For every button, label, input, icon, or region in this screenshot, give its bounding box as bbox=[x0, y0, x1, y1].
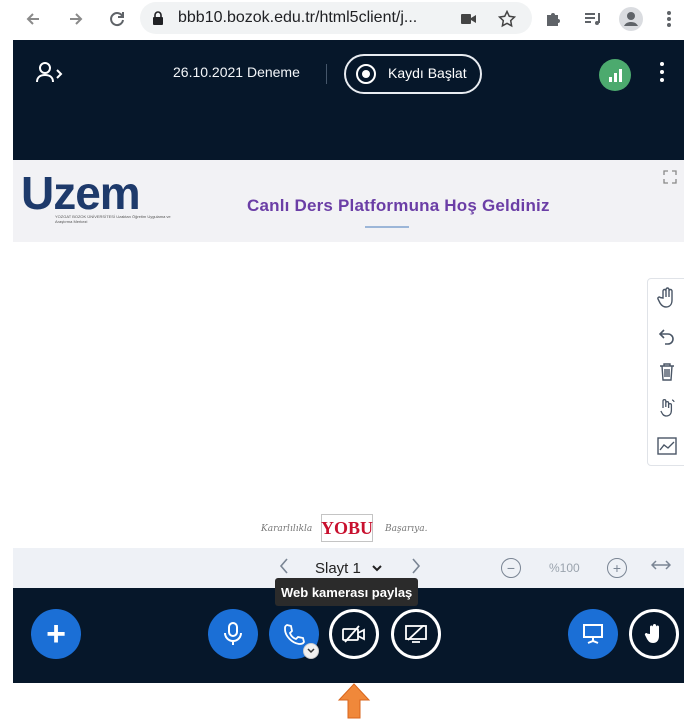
yobu-footer-logo: Kararlılıkla YOBU Başarıya. bbox=[261, 514, 451, 544]
webcam-tooltip: Web kamerası paylaş bbox=[275, 578, 419, 606]
slide-select[interactable]: Slayt 1 bbox=[315, 560, 383, 577]
chart-icon[interactable] bbox=[648, 429, 684, 463]
puzzle-icon[interactable] bbox=[540, 6, 566, 32]
fullscreen-icon[interactable] bbox=[663, 170, 677, 184]
meeting-title: 26.10.2021 Deneme bbox=[173, 64, 300, 80]
chevron-down-icon bbox=[372, 565, 382, 572]
slide-select-label: Slayt 1 bbox=[315, 560, 361, 577]
share-screen-button[interactable] bbox=[391, 609, 441, 659]
browser-menu-icon[interactable] bbox=[656, 6, 682, 32]
phone-button[interactable] bbox=[269, 609, 319, 659]
trash-icon[interactable] bbox=[648, 355, 684, 389]
meeting-topbar: 26.10.2021 Deneme Kaydı Başlat bbox=[13, 40, 684, 158]
zoom-in-icon[interactable]: + bbox=[607, 558, 627, 578]
options-menu-icon[interactable] bbox=[658, 62, 666, 86]
footer-right-text: Başarıya. bbox=[385, 524, 428, 534]
undo-icon[interactable] bbox=[648, 319, 684, 353]
meeting-app: 26.10.2021 Deneme Kaydı Başlat Uzem YOZG… bbox=[13, 40, 684, 683]
user-list-toggle-icon[interactable] bbox=[35, 60, 65, 86]
presentation-icon bbox=[583, 624, 603, 644]
zoom-level: %100 bbox=[549, 561, 580, 575]
welcome-underline bbox=[365, 226, 409, 228]
previous-slide-icon[interactable] bbox=[279, 558, 289, 579]
fit-width-icon[interactable] bbox=[650, 558, 672, 576]
presentation-button[interactable] bbox=[568, 609, 618, 659]
reload-icon[interactable] bbox=[104, 6, 130, 32]
address-bar[interactable]: bbb10.bozok.edu.tr/html5client/j... bbox=[140, 2, 532, 34]
uzem-logo: Uzem bbox=[21, 167, 141, 219]
screen-share-off-icon bbox=[405, 625, 427, 643]
header-divider bbox=[326, 64, 327, 84]
plus-icon: + bbox=[46, 615, 66, 653]
star-icon[interactable] bbox=[496, 8, 518, 30]
whiteboard-toolbar bbox=[647, 278, 684, 466]
hand-tool-icon[interactable] bbox=[648, 281, 684, 315]
microphone-button[interactable] bbox=[208, 609, 258, 659]
webcam-off-icon bbox=[342, 625, 365, 643]
slide-header: Uzem YOZGAT BOZOK ÜNİVERSİTESİ Uzaktan Ö… bbox=[13, 160, 684, 242]
start-recording-button[interactable]: Kaydı Başlat bbox=[344, 54, 482, 94]
yobu-logo: YOBU bbox=[321, 514, 373, 542]
record-label: Kaydı Başlat bbox=[388, 65, 467, 81]
lock-icon bbox=[153, 11, 163, 25]
record-icon bbox=[356, 64, 376, 84]
presentation-area: Uzem YOZGAT BOZOK ÜNİVERSİTESİ Uzaktan Ö… bbox=[13, 160, 684, 590]
video-camera-icon[interactable] bbox=[458, 8, 480, 30]
next-slide-icon[interactable] bbox=[411, 558, 421, 579]
raise-hand-button[interactable] bbox=[629, 609, 679, 659]
browser-toolbar: bbb10.bozok.edu.tr/html5client/j... bbox=[0, 0, 684, 38]
zoom-out-icon[interactable]: − bbox=[501, 558, 521, 578]
actions-button[interactable]: + bbox=[31, 609, 81, 659]
back-arrow-icon[interactable] bbox=[20, 6, 46, 32]
profile-icon[interactable] bbox=[618, 6, 644, 32]
chevron-down-icon[interactable] bbox=[303, 643, 319, 659]
url-text: bbb10.bozok.edu.tr/html5client/j... bbox=[178, 9, 418, 26]
multi-user-pointer-icon[interactable] bbox=[648, 391, 684, 425]
connection-status-icon[interactable] bbox=[599, 59, 631, 91]
uzem-logo-subtitle: YOZGAT BOZOK ÜNİVERSİTESİ Uzaktan Öğreti… bbox=[55, 214, 171, 224]
forward-arrow-icon[interactable] bbox=[63, 6, 89, 32]
microphone-icon bbox=[224, 622, 242, 645]
annotation-arrow-icon bbox=[337, 683, 371, 719]
footer-left-text: Kararlılıkla bbox=[261, 524, 313, 534]
share-webcam-button[interactable] bbox=[329, 609, 379, 659]
playlist-icon[interactable] bbox=[580, 6, 606, 32]
welcome-heading: Canlı Ders Platformuna Hoş Geldiniz bbox=[247, 196, 550, 215]
phone-icon bbox=[284, 624, 305, 645]
raise-hand-icon bbox=[644, 624, 659, 643]
